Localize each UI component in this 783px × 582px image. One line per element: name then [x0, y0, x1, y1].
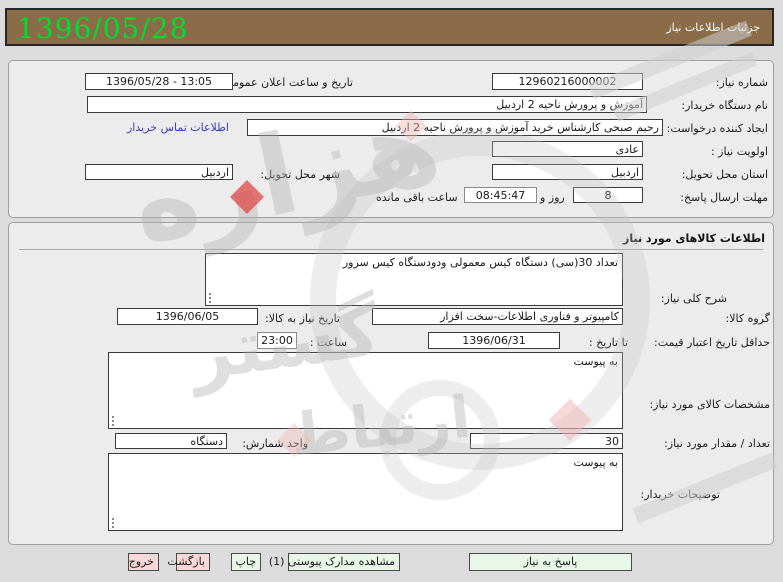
resize-grip-icon[interactable]: [112, 518, 118, 528]
deadline-days-suffix: روز و: [540, 191, 565, 204]
goods-group-label: گروه کالا:: [725, 312, 770, 325]
specs-text: به پیوست: [573, 355, 618, 368]
delivery-province-label: استان محل تحویل:: [681, 168, 768, 181]
deadline-time-field: 08:45:47: [464, 187, 537, 203]
need-date-field[interactable]: 1396/06/05: [117, 308, 258, 325]
announce-datetime-label: تاریخ و ساعت اعلان عمومی:: [220, 76, 353, 89]
view-attachments-button[interactable]: مشاهده مدارک پیوستی (1): [269, 553, 400, 571]
unit-field[interactable]: دستگاه: [115, 433, 227, 449]
general-description-label: شرح کلی نیاز:: [660, 292, 727, 305]
general-description-text: تعداد 30(سی) دستگاه کیس معمولی ودودستگاه…: [342, 256, 618, 269]
until-date-label: تا تاریخ :: [589, 336, 628, 349]
header-date: 1396/05/28: [17, 12, 189, 45]
quantity-field[interactable]: 30: [470, 433, 623, 449]
page-title: جزئیات اطلاعات نیاز: [666, 21, 760, 34]
validity-date-field[interactable]: 1396/06/31: [428, 332, 560, 349]
request-creator-field[interactable]: رحیم صبحی کارشناس خرید آموزش و پرورش ناح…: [247, 119, 663, 136]
hour-label: ساعت :: [309, 336, 347, 349]
section-divider: [19, 249, 763, 250]
back-button[interactable]: بازگشت: [167, 553, 210, 571]
resize-grip-icon[interactable]: [209, 293, 215, 303]
buyer-notes-textarea[interactable]: به پیوست: [108, 453, 623, 531]
respond-to-need-button[interactable]: پاسخ به نیاز: [469, 553, 632, 571]
goods-section-title: اطلاعات کالاهای مورد نیاز: [623, 232, 765, 245]
delivery-province-field[interactable]: اردبیل: [492, 164, 643, 180]
deadline-days-field[interactable]: 8: [573, 187, 643, 203]
print-button[interactable]: چاپ: [231, 553, 261, 571]
buyer-contact-link[interactable]: اطلاعات تماس خریدار: [127, 121, 229, 134]
announce-datetime-field[interactable]: 1396/05/28 - 13:05: [85, 73, 233, 90]
quantity-label: تعداد / مقدار مورد نیاز:: [664, 437, 770, 450]
general-description-textarea[interactable]: تعداد 30(سی) دستگاه کیس معمولی ودودستگاه…: [205, 253, 623, 306]
exit-button[interactable]: خروج: [128, 553, 159, 571]
need-date-label: تاریخ نیاز به کالا:: [265, 312, 340, 325]
title-bar: 1396/05/28 جزئیات اطلاعات نیاز: [5, 8, 774, 46]
specs-label: مشخصات کالای مورد نیاز:: [649, 398, 770, 411]
buyer-org-label: نام دستگاه خریدار:: [681, 99, 768, 112]
need-number-label: شماره نیاز:: [715, 76, 768, 89]
priority-label: اولویت نیاز :: [710, 145, 768, 158]
buyer-notes-label: توضیحات خریدار:: [640, 488, 721, 501]
price-validity-label: حداقل تاریخ اعتبار قیمت:: [654, 336, 770, 349]
deadline-time-suffix: ساعت باقی مانده: [376, 191, 458, 204]
validity-time-field: 23:00: [257, 332, 297, 349]
goods-group-field[interactable]: کامپیوتر و فناوری اطلاعات-سخت افزار: [372, 308, 623, 325]
delivery-city-field[interactable]: اردبیل: [85, 164, 233, 180]
priority-field[interactable]: عادی: [492, 141, 643, 157]
request-creator-label: ایجاد کننده درخواست:: [666, 122, 768, 135]
need-number-field[interactable]: 12960216000002: [492, 73, 643, 90]
delivery-city-label: شهر محل تحویل:: [260, 168, 340, 181]
response-deadline-label: مهلت ارسال پاسخ:: [680, 191, 768, 204]
buyer-org-field[interactable]: آموزش و پرورش ناحیه 2 اردبیل: [87, 96, 647, 113]
specs-textarea[interactable]: به پیوست: [108, 352, 623, 429]
resize-grip-icon[interactable]: [112, 416, 118, 426]
unit-label: واحد شمارش:: [242, 437, 308, 450]
buyer-notes-text: به پیوست: [573, 456, 618, 469]
